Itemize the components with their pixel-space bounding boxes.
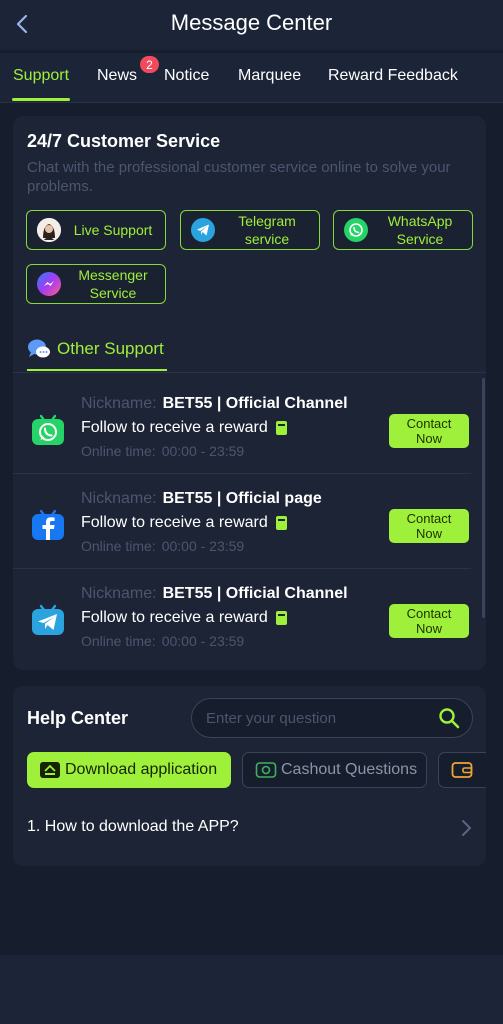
faq-question: 1. How to download the APP? <box>27 818 239 835</box>
support-channel-row: Nickname: BET55 | Official Channel Follow… <box>13 569 478 664</box>
category-wallet[interactable] <box>438 752 486 788</box>
online-time: Online time: 00:00 - 23:59 <box>81 538 244 554</box>
gift-icon <box>275 516 287 530</box>
nickname-value: BET55 | Official Channel <box>162 585 348 602</box>
online-time-value: 00:00 - 23:59 <box>161 443 245 459</box>
telegram-tv-icon <box>32 604 64 635</box>
nickname-label: Nickname: <box>81 395 157 412</box>
contact-now-button[interactable]: Contact Now <box>389 509 469 543</box>
online-time-value: 00:00 - 23:59 <box>161 538 245 554</box>
whatsapp-icon <box>344 218 368 242</box>
chat-bubbles-icon <box>28 339 50 358</box>
contact-now-button[interactable]: Contact Now <box>389 604 469 638</box>
header-bar: Message Center <box>0 0 503 50</box>
search-icon[interactable] <box>438 707 460 729</box>
tab-notice[interactable]: Notice <box>164 67 209 85</box>
category-label: Download application <box>65 761 218 778</box>
customer-service-card: 24/7 Customer Service Chat with the prof… <box>13 116 486 670</box>
category-cashout-questions[interactable]: Cashout Questions <box>242 752 427 788</box>
live-support-button[interactable]: Live Support <box>26 210 166 250</box>
contact-now-button[interactable]: Contact Now <box>389 414 469 448</box>
help-search-box <box>191 698 473 738</box>
follow-reward-text: Follow to receive a reward <box>81 514 287 532</box>
follow-reward-label: Follow to receive a reward <box>81 609 268 626</box>
telegram-service-label: Telegram service <box>238 213 296 247</box>
messenger-service-button[interactable]: Messenger Service <box>26 264 166 304</box>
online-time-value: 00:00 - 23:59 <box>161 633 245 649</box>
other-support-title: Other Support <box>57 339 164 358</box>
customer-service-title: 24/7 Customer Service <box>27 131 221 151</box>
chevron-right-icon <box>462 820 471 836</box>
whatsapp-service-button[interactable]: WhatsApp Service <box>333 210 473 250</box>
support-channel-row: Nickname: BET55 | Official page Follow to… <box>13 474 478 569</box>
download-app-icon <box>40 762 60 778</box>
bottom-bar <box>0 955 503 1024</box>
help-search-input[interactable] <box>206 699 426 737</box>
divider <box>13 372 486 373</box>
follow-reward-label: Follow to receive a reward <box>81 419 268 436</box>
telegram-icon <box>191 218 215 242</box>
news-count-badge: 2 <box>139 55 160 74</box>
active-tab-indicator <box>12 98 70 101</box>
online-time-label: Online time: <box>81 443 156 459</box>
scrollbar[interactable] <box>482 378 485 618</box>
messenger-icon <box>37 272 61 296</box>
follow-reward-text: Follow to receive a reward <box>81 419 287 437</box>
customer-service-description: Chat with the professional customer serv… <box>27 159 451 195</box>
category-label: Cashout Questions <box>281 761 418 778</box>
tab-bar: Support News Notice Marquee Reward Feedb… <box>0 53 503 103</box>
agent-avatar-icon <box>37 218 61 242</box>
wallet-icon <box>451 762 473 778</box>
faq-item[interactable]: 1. How to download the APP? <box>27 816 473 842</box>
support-channel-row: Nickname: BET55 | Official Channel Follow… <box>13 379 478 474</box>
follow-reward-label: Follow to receive a reward <box>81 514 268 531</box>
online-time-label: Online time: <box>81 633 156 649</box>
live-support-label: Live Support <box>73 222 153 238</box>
help-center-card: Help Center Download application Cashout… <box>13 686 486 866</box>
nickname: Nickname: BET55 | Official page <box>81 490 322 508</box>
nickname-label: Nickname: <box>81 490 157 507</box>
telegram-service-button[interactable]: Telegram service <box>180 210 320 250</box>
other-support-underline <box>27 369 167 371</box>
gift-icon <box>275 421 287 435</box>
whatsapp-service-label: WhatsApp Service <box>387 213 453 247</box>
gift-icon <box>275 611 287 625</box>
nickname: Nickname: BET55 | Official Channel <box>81 395 348 413</box>
tab-marquee[interactable]: Marquee <box>238 67 301 85</box>
nickname-label: Nickname: <box>81 585 157 602</box>
nickname: Nickname: BET55 | Official Channel <box>81 585 348 603</box>
facebook-tv-icon <box>32 509 64 540</box>
whatsapp-tv-icon <box>32 414 64 445</box>
online-time-label: Online time: <box>81 538 156 554</box>
tab-support[interactable]: Support <box>13 67 69 85</box>
cashout-icon <box>255 762 277 778</box>
online-time: Online time: 00:00 - 23:59 <box>81 633 244 649</box>
follow-reward-text: Follow to receive a reward <box>81 609 287 627</box>
nickname-value: BET55 | Official page <box>162 490 322 507</box>
tab-reward-feedback[interactable]: Reward Feedback <box>328 67 458 85</box>
tab-news[interactable]: News <box>97 67 137 85</box>
online-time: Online time: 00:00 - 23:59 <box>81 443 244 459</box>
nickname-value: BET55 | Official Channel <box>162 395 348 412</box>
messenger-service-label: Messenger Service <box>78 267 148 301</box>
help-center-title: Help Center <box>27 708 129 728</box>
page-title: Message Center <box>170 10 333 35</box>
category-download-application[interactable]: Download application <box>27 752 231 788</box>
